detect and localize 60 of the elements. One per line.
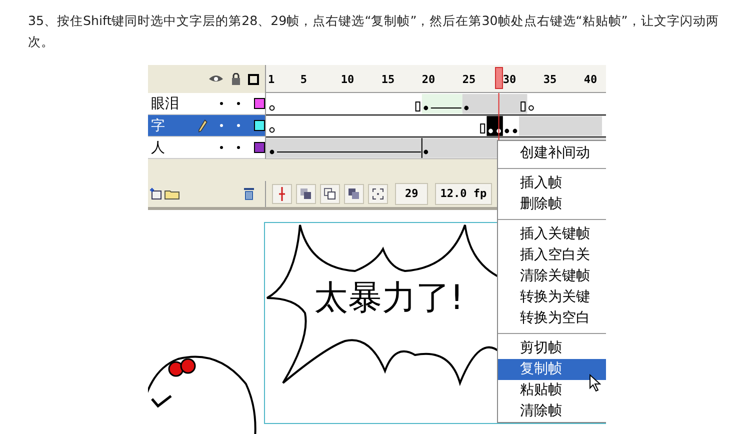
pencil-icon	[198, 118, 208, 132]
onion-skin-icon	[300, 188, 312, 200]
lock-icon[interactable]	[231, 73, 241, 85]
frame-rate-field: 12.0 fp	[435, 183, 492, 205]
layer-name: 人	[150, 138, 166, 156]
onion-outline-icon	[324, 188, 336, 200]
outline-color-swatch[interactable]	[254, 142, 265, 153]
menu-item[interactable]: 剪切帧	[498, 338, 606, 359]
add-folder-icon[interactable]	[164, 188, 180, 200]
mouse-pointer-icon	[589, 374, 601, 392]
visibility-dot[interactable]	[220, 124, 224, 127]
visibility-dot[interactable]	[220, 102, 224, 105]
menu-item[interactable]: 插入空白关	[498, 245, 606, 266]
onion-skin-button[interactable]	[296, 184, 316, 204]
speech-burst-text: 太暴力了!	[314, 277, 464, 320]
onion-markers-icon	[372, 188, 384, 200]
add-layer-icon[interactable]	[150, 188, 162, 200]
eye-icon[interactable]	[208, 74, 224, 84]
ruler-number: 30	[502, 73, 516, 86]
menu-item[interactable]: 插入帧	[498, 173, 606, 194]
instruction-text: 35、按住Shift键同时选中文字层的第28、29帧，点右键选“复制帧”，然后在第30帧处点右键选“粘贴帧”，让文字闪动两次。	[27, 12, 720, 51]
onion-outline-button[interactable]	[320, 184, 340, 204]
lock-dot[interactable]	[237, 102, 240, 105]
layer-row[interactable]: 人	[148, 137, 265, 159]
layer-name: 眼泪	[150, 94, 180, 112]
ruler-number: 10	[340, 73, 354, 86]
trash-icon[interactable]	[243, 187, 255, 201]
ruler-number: 1	[268, 73, 275, 86]
playhead-marker[interactable]	[494, 67, 503, 89]
menu-item[interactable]: 创建补间动	[498, 143, 606, 164]
menu-item[interactable]: 复制帧	[498, 359, 606, 380]
menu-item[interactable]: 转换为关键	[498, 287, 606, 308]
onion-markers-button[interactable]	[368, 184, 388, 204]
menu-item[interactable]: 删除帧	[498, 194, 606, 215]
outline-square-icon[interactable]	[248, 74, 259, 84]
ruler-number: 5	[300, 73, 308, 86]
menu-item[interactable]: 粘贴帧	[498, 380, 606, 401]
menu-item[interactable]: 清除帧	[498, 401, 606, 422]
current-frame-field: 29	[395, 183, 428, 205]
outline-color-swatch[interactable]	[254, 120, 265, 131]
menu-item[interactable]: 插入关键帧	[498, 224, 606, 245]
layer-row[interactable]: 眼泪	[148, 93, 265, 115]
lock-dot[interactable]	[237, 124, 240, 127]
layer-name: 字	[150, 116, 166, 134]
menu-item[interactable]: 清除关键帧	[498, 266, 606, 287]
menu-item[interactable]: 转换为空白	[498, 308, 606, 329]
ruler-number: 40	[584, 73, 598, 86]
playhead-icon	[279, 187, 285, 201]
ruler-number: 15	[381, 73, 395, 86]
visibility-dot[interactable]	[220, 146, 224, 149]
lock-dot[interactable]	[237, 146, 240, 149]
edit-multiple-frames-button[interactable]	[344, 184, 364, 204]
center-frame-button[interactable]	[272, 184, 292, 204]
edit-multiple-frames-icon	[348, 188, 360, 200]
layer-row[interactable]: 字	[148, 115, 265, 137]
ruler-number: 25	[462, 73, 476, 86]
ruler-number: 20	[422, 73, 436, 86]
timeline-frames-drawing[interactable]	[266, 93, 606, 159]
outline-color-swatch[interactable]	[254, 98, 265, 109]
ruler-number: 35	[543, 73, 557, 86]
